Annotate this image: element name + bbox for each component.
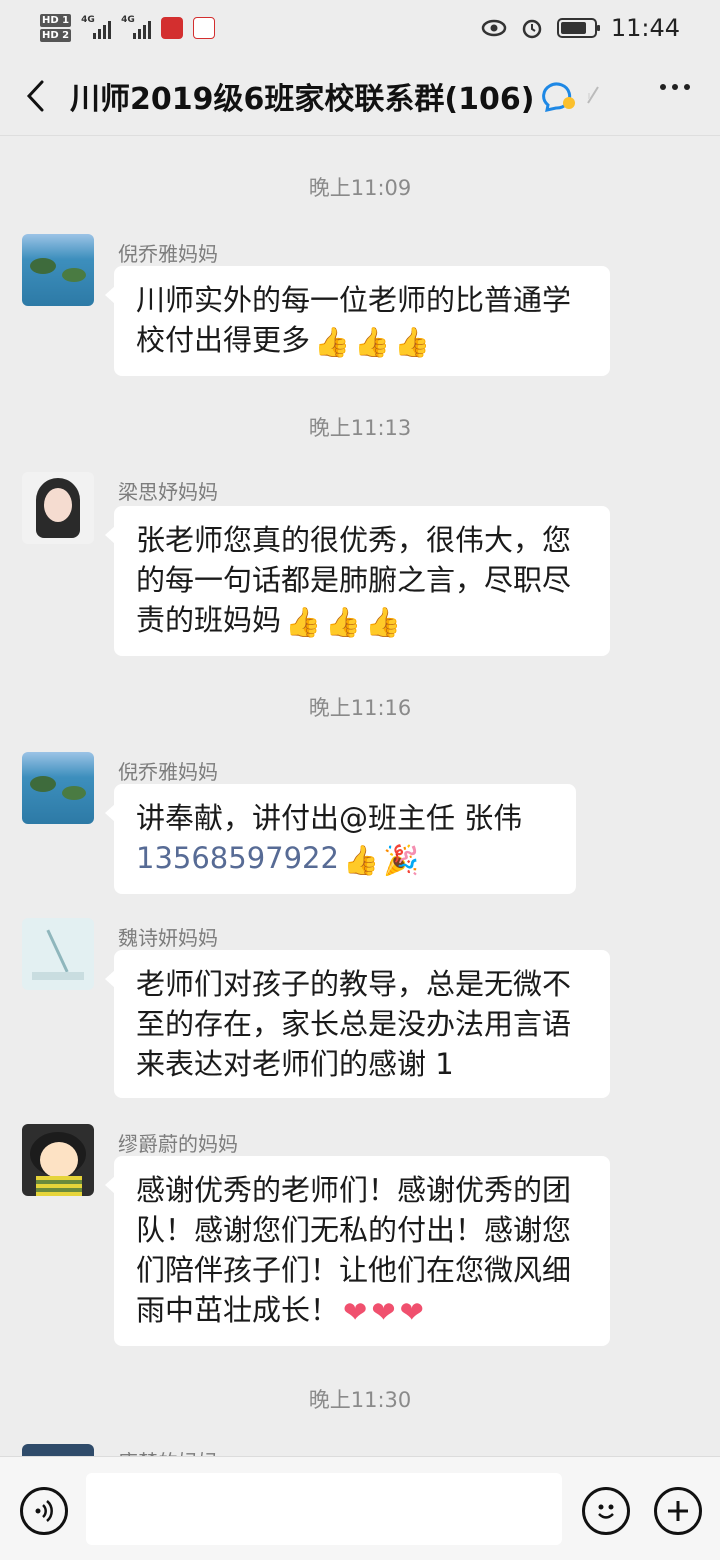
back-button[interactable] <box>0 79 70 113</box>
timestamp: 晚上11:09 <box>308 176 412 200</box>
status-bar: HD 1 HD 2 4G 4G 11:44 <box>0 0 720 56</box>
sim2-label: HD 2 <box>40 29 72 42</box>
message-bubble[interactable]: 张老师您真的很优秀，很伟大，您的每一句话都是肺腑之言，尽职尽责的班妈妈 👍 👍 👍 <box>105 506 610 656</box>
message-list[interactable]: 晚上11:09 倪乔雅妈妈 川师实外的每一位老师的比普通学校付出得更多 👍 👍 👍 晚… <box>0 136 720 1456</box>
sender-name: 缪爵蔚的妈妈 <box>118 1132 238 1156</box>
sender-name: 唐楚的妈妈 <box>118 1446 218 1456</box>
message-bubble[interactable]: 感谢优秀的老师们！感谢优秀的团队！感谢您们无私的付出！感谢您们陪伴孩子们！让他们… <box>105 1156 610 1346</box>
thumbs-up-icon: 👍 <box>285 605 322 639</box>
thumbs-up-icon: 👍 <box>325 605 362 639</box>
avatar[interactable] <box>22 1444 94 1456</box>
sender-name: 魏诗妍妈妈 <box>118 926 218 950</box>
thumbs-up-icon: 👍 <box>354 325 391 359</box>
message-bubble[interactable]: 川师实外的每一位老师的比普通学校付出得更多 👍 👍 👍 <box>105 266 610 376</box>
more-options-button[interactable] <box>660 84 690 90</box>
sender-name: 倪乔雅妈妈 <box>118 242 218 266</box>
thumbs-up-icon: 👍 <box>365 605 402 639</box>
message-text: 讲奉献，讲付出@班主任 张伟 <box>136 801 523 835</box>
mute-bell-icon <box>587 85 600 104</box>
smiley-icon <box>598 1504 614 1519</box>
heart-icon: ❤ <box>399 1295 424 1329</box>
heart-icon: ❤ <box>343 1295 368 1329</box>
message-text: 老师们对孩子的教导，总是无微不至的存在，家长总是没办法用言语来表达对老师们的感谢… <box>136 967 572 1081</box>
plus-icon <box>668 1501 688 1521</box>
timestamp: 晚上11:16 <box>308 696 412 720</box>
voice-button[interactable] <box>20 1487 68 1535</box>
signal-1-icon: 4G <box>81 15 112 39</box>
avatar[interactable] <box>22 752 94 824</box>
message-bubble[interactable]: 讲奉献，讲付出@班主任 张伟 13568597922 👍 🎉 <box>105 784 576 894</box>
timestamp: 晚上11:30 <box>308 1388 412 1412</box>
signal-2-icon: 4G <box>121 15 152 39</box>
message-bubble[interactable]: 老师们对孩子的教导，总是无微不至的存在，家长总是没办法用言语来表达对老师们的感谢… <box>105 950 610 1098</box>
battery-icon <box>556 18 600 38</box>
app-notification-icon <box>161 17 184 39</box>
sim1-label: HD 1 <box>40 14 72 27</box>
timestamp: 晚上11:13 <box>308 416 412 440</box>
sender-name: 倪乔雅妈妈 <box>118 760 218 784</box>
status-time: 11:44 <box>610 14 680 42</box>
eye-icon <box>481 19 507 37</box>
party-popper-icon: 🎉 <box>383 843 420 877</box>
input-bar <box>0 1456 720 1560</box>
avatar[interactable] <box>22 234 94 306</box>
hd-indicators: HD 1 HD 2 <box>40 14 72 42</box>
thumbs-up-icon: 👍 <box>394 325 431 359</box>
message-input[interactable] <box>86 1473 562 1545</box>
alarm-icon <box>522 19 542 39</box>
avatar[interactable] <box>22 918 94 990</box>
more-button[interactable] <box>654 1487 702 1535</box>
group-chat-icon <box>542 82 576 112</box>
chat-header: 川师2019级6班家校联系群(106) <box>0 56 720 136</box>
phone-link[interactable]: 13568597922 <box>136 841 339 875</box>
chat-title: 川师2019级6班家校联系群(106) <box>70 81 535 117</box>
thumbs-up-icon: 👍 <box>314 325 351 359</box>
avatar[interactable] <box>22 472 94 544</box>
avatar[interactable] <box>22 1124 94 1196</box>
thumbs-up-icon: 👍 <box>342 843 380 877</box>
voice-icon <box>35 1500 53 1522</box>
chevron-left-icon <box>26 80 44 111</box>
app-notification-icon-2 <box>193 17 216 39</box>
emoji-button[interactable] <box>582 1487 630 1535</box>
heart-icon: ❤ <box>371 1295 396 1329</box>
sender-name: 梁思妤妈妈 <box>118 480 218 504</box>
